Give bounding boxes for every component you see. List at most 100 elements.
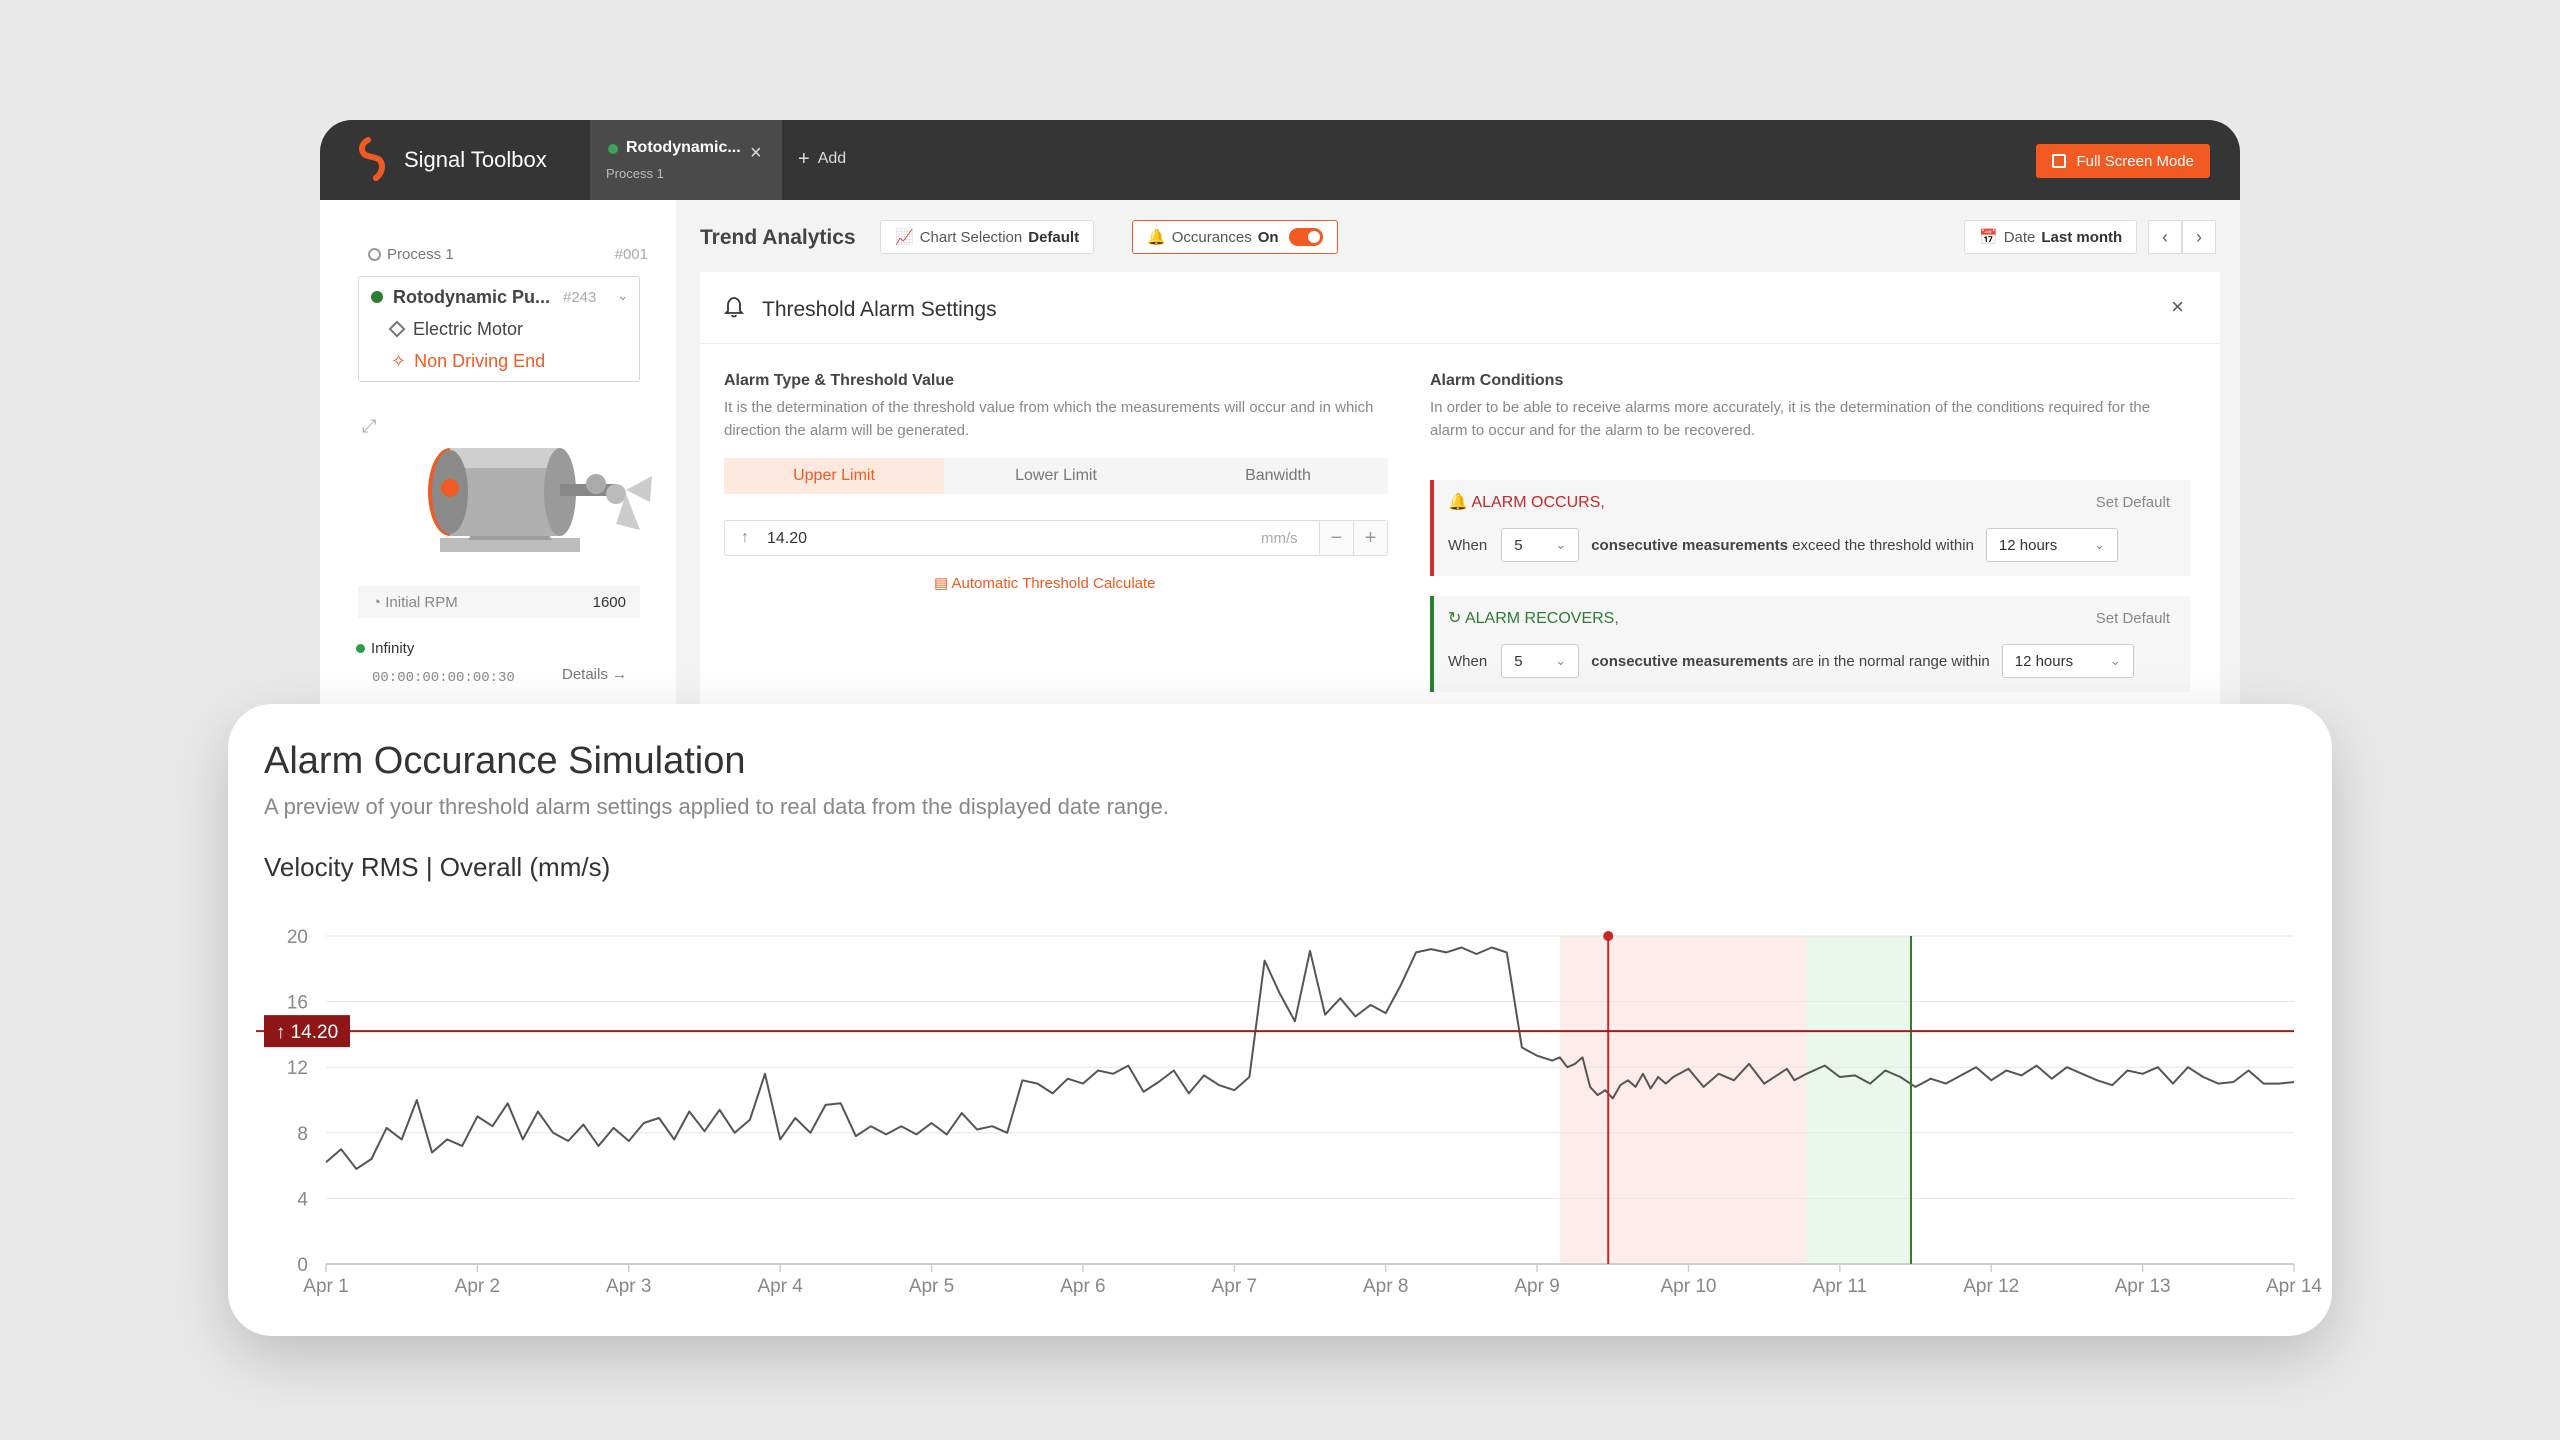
location-name: Non Driving End bbox=[414, 351, 546, 371]
occurs-window-value: 12 hours bbox=[1998, 536, 2058, 554]
fullscreen-icon bbox=[2052, 154, 2067, 168]
alarm-occurs-box: 🔔 ALARM OCCURS, Set Default When 5 ⌄ cons… bbox=[1430, 480, 2190, 576]
chevron-down-icon: ⌄ bbox=[2094, 537, 2105, 552]
bell-icon bbox=[724, 297, 744, 318]
tab-upper-limit[interactable]: Upper Limit bbox=[724, 458, 944, 494]
panel-header: Threshold Alarm Settings × bbox=[700, 272, 2220, 344]
threshold-label: ↑ 14.20 bbox=[276, 1022, 338, 1043]
process-header[interactable]: Process 1 #001 bbox=[368, 246, 648, 263]
page-title: Trend Analytics bbox=[700, 226, 856, 249]
status-dot bbox=[371, 291, 383, 303]
set-default-button[interactable]: Set Default bbox=[2096, 494, 2170, 511]
occurs-text: exceed the threshold within bbox=[1792, 536, 1974, 554]
recovers-window-select[interactable]: 12 hours ⌄ bbox=[2001, 644, 2134, 678]
threshold-value-input[interactable]: ↑ 14.20 mm/s − + bbox=[724, 520, 1388, 556]
process-label: Process 1 bbox=[387, 246, 454, 263]
chart-selection-button[interactable]: 📈 Chart Selection Default bbox=[880, 220, 1095, 254]
x-tick-label: Apr 13 bbox=[2115, 1276, 2171, 1297]
recovers-text-bold: consecutive measurements bbox=[1591, 652, 1788, 670]
increment-button[interactable]: + bbox=[1353, 521, 1387, 555]
alarm-recovers-label: ↻ ALARM RECOVERS, bbox=[1448, 608, 1619, 628]
tab-subtitle: Process 1 bbox=[606, 166, 664, 181]
alarm-region bbox=[1559, 936, 1807, 1264]
location-item[interactable]: ✧ Non Driving End bbox=[391, 351, 545, 372]
y-tick-label: 12 bbox=[287, 1058, 308, 1079]
date-range-button[interactable]: 📅 Date Last month bbox=[1964, 220, 2138, 254]
alarm-type-description: It is the determination of the threshold… bbox=[724, 399, 1374, 439]
bell-icon: 🔔 bbox=[1147, 229, 1166, 246]
chevron-down-icon: ⌄ bbox=[1555, 653, 1567, 668]
chevron-down-icon: ⌄ bbox=[1555, 537, 1567, 552]
when-label: When bbox=[1448, 536, 1488, 554]
add-tab-button[interactable]: + Add bbox=[798, 148, 846, 171]
chevron-right-icon[interactable]: › bbox=[2182, 220, 2216, 254]
alarm-occurs-label: 🔔 ALARM OCCURS, bbox=[1448, 492, 1605, 512]
y-tick-label: 0 bbox=[297, 1255, 308, 1276]
status-row: Infinity bbox=[356, 640, 414, 657]
chart-selection-label: Chart Selection bbox=[919, 228, 1023, 246]
panel-title: Threshold Alarm Settings bbox=[762, 298, 997, 321]
component-item[interactable]: Electric Motor bbox=[388, 319, 523, 340]
y-tick-label: 20 bbox=[287, 927, 308, 948]
alarm-recovers-text: ALARM RECOVERS, bbox=[1464, 610, 1619, 627]
alarm-recovers-box: ↻ ALARM RECOVERS, Set Default When 5 ⌄ co… bbox=[1430, 596, 2190, 692]
runtime-value: 00:00:00:00:00:30 bbox=[372, 670, 515, 686]
tab-name: Rotodynamic... bbox=[626, 139, 741, 156]
occurs-text-bold: consecutive measurements bbox=[1591, 536, 1788, 554]
tab-bandwidth[interactable]: Banwidth bbox=[1168, 458, 1388, 494]
arrow-right-icon: → bbox=[612, 666, 628, 683]
x-tick-label: Apr 5 bbox=[909, 1276, 954, 1297]
rpm-value: 1600 bbox=[592, 594, 626, 611]
tab-rotodynamic[interactable]: Rotodynamic... Process 1 × bbox=[590, 120, 782, 200]
occurances-value: On bbox=[1257, 228, 1279, 246]
occurs-count-select[interactable]: 5 ⌄ bbox=[1501, 528, 1580, 562]
occurances-toggle[interactable] bbox=[1288, 228, 1323, 246]
set-default-button[interactable]: Set Default bbox=[2096, 610, 2170, 627]
velocity-chart: 0 4 8 12 16 20 Apr 1 Apr 2 Apr 3 Apr 4 Apr 5 Apr 6 A… bbox=[256, 927, 2322, 1297]
recovers-count-select[interactable]: 5 ⌄ bbox=[1501, 644, 1580, 678]
recovers-count-value: 5 bbox=[1514, 652, 1523, 670]
details-link[interactable]: Details → bbox=[562, 666, 627, 683]
date-value: Last month bbox=[2041, 228, 2123, 246]
x-tick-label: Apr 1 bbox=[303, 1276, 348, 1297]
tab-lower-limit[interactable]: Lower Limit bbox=[946, 458, 1166, 494]
threshold-unit: mm/s bbox=[1261, 530, 1298, 547]
x-tick-label: Apr 8 bbox=[1363, 1276, 1408, 1297]
tab-close-icon[interactable]: × bbox=[750, 142, 762, 165]
cube-icon bbox=[388, 320, 406, 338]
occurs-window-select[interactable]: 12 hours ⌄ bbox=[1985, 528, 2118, 562]
details-label: Details bbox=[562, 666, 608, 683]
x-tick-label: Apr 12 bbox=[1963, 1276, 2019, 1297]
process-number: #001 bbox=[614, 246, 648, 263]
occurances-label: Occurances bbox=[1171, 228, 1252, 246]
asset-name: Rotodynamic Pu... bbox=[393, 287, 551, 307]
rpm-label: Initial RPM bbox=[385, 594, 458, 611]
y-tick-label: 8 bbox=[297, 1124, 308, 1145]
limit-type-tabs: Upper Limit Lower Limit Banwidth bbox=[724, 458, 1388, 494]
asset-number: #243 bbox=[563, 289, 597, 306]
x-tick-label: Apr 11 bbox=[1813, 1276, 1868, 1297]
full-screen-button[interactable]: Full Screen Mode bbox=[2036, 144, 2210, 178]
chart-icon: 📈 bbox=[895, 229, 914, 246]
x-tick-label: Apr 2 bbox=[455, 1276, 500, 1297]
alarm-occurs-text: ALARM OCCURS, bbox=[1471, 494, 1605, 511]
expand-icon[interactable]: ⤢ bbox=[362, 416, 376, 437]
series-line bbox=[325, 946, 2295, 1170]
close-icon[interactable]: × bbox=[2171, 294, 2184, 320]
date-label: Date bbox=[2003, 228, 2036, 246]
alarm-recovers-row: When 5 ⌄ consecutive measurements are in … bbox=[1448, 644, 2134, 678]
logo-icon bbox=[359, 137, 385, 181]
occurances-toggle-button[interactable]: 🔔 Occurances On bbox=[1132, 220, 1338, 254]
app-title: Signal Toolbox bbox=[404, 147, 547, 172]
recovery-region bbox=[1806, 936, 1911, 1264]
alarm-occurs-row: When 5 ⌄ consecutive measurements exceed … bbox=[1448, 528, 2118, 562]
decrement-button[interactable]: − bbox=[1319, 521, 1353, 555]
chevron-left-icon[interactable]: ‹ bbox=[2148, 220, 2182, 254]
alarm-conditions-description: In order to be able to receive alarms mo… bbox=[1430, 399, 2151, 439]
recovers-text: are in the normal range within bbox=[1792, 652, 1990, 670]
asset-item[interactable]: Rotodynamic Pu... bbox=[371, 287, 550, 308]
chevron-down-icon[interactable]: ⌄ bbox=[617, 287, 629, 304]
automatic-threshold-button[interactable]: ▤ Automatic Threshold Calculate bbox=[934, 574, 1156, 592]
initial-rpm-row: ◔ Initial RPM 1600 bbox=[358, 586, 640, 618]
alarm-marker-dot bbox=[1603, 931, 1614, 941]
